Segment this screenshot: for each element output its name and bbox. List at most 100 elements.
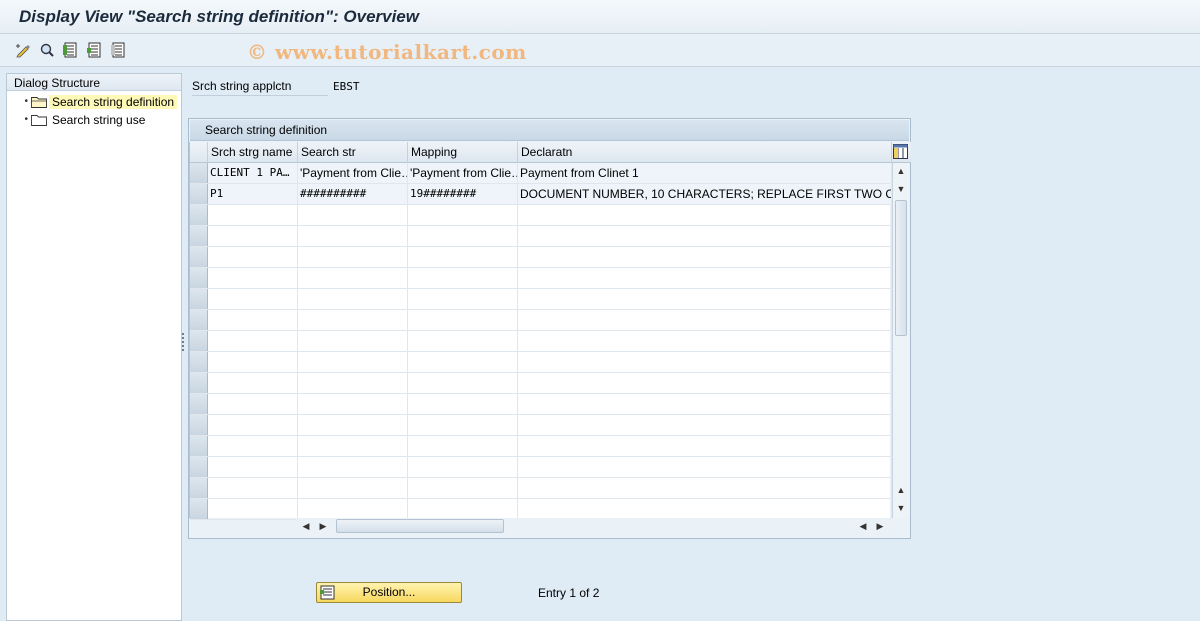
row-selector[interactable] bbox=[190, 163, 208, 183]
table-cell[interactable]: P1 bbox=[208, 184, 298, 204]
row-selector[interactable] bbox=[190, 310, 208, 330]
row-selector[interactable] bbox=[190, 394, 208, 414]
row-selector[interactable] bbox=[190, 331, 208, 351]
vertical-scrollbar[interactable]: ▲ ▼ ▲ ▼ bbox=[892, 163, 909, 518]
scroll-page-down-icon[interactable]: ▼ bbox=[894, 503, 908, 513]
table-cell[interactable]: CLIENT 1 PA… bbox=[208, 163, 298, 183]
table-cell bbox=[408, 289, 518, 309]
table-row[interactable] bbox=[190, 226, 892, 247]
table-cell bbox=[518, 226, 892, 246]
row-selector[interactable] bbox=[190, 226, 208, 246]
table-cell bbox=[298, 352, 408, 372]
table-cell bbox=[408, 268, 518, 288]
table-cell bbox=[408, 331, 518, 351]
table-cell bbox=[518, 352, 892, 372]
table-cell bbox=[298, 394, 408, 414]
row-selector[interactable] bbox=[190, 499, 208, 519]
tree-item-search-string-use[interactable]: • Search string use bbox=[7, 111, 182, 128]
table-row[interactable] bbox=[190, 268, 892, 289]
table-cell bbox=[518, 415, 892, 435]
row-selector[interactable] bbox=[190, 289, 208, 309]
table-row[interactable] bbox=[190, 499, 892, 520]
table-cell bbox=[298, 478, 408, 498]
table-cell[interactable]: 'Payment from Clie… bbox=[298, 163, 408, 183]
table-cell bbox=[518, 310, 892, 330]
table-cell[interactable]: 'Payment from Clie… bbox=[408, 163, 518, 183]
horizontal-scrollbar[interactable]: ◀ ▶ ◀ ▶ bbox=[296, 518, 890, 535]
scroll-left-end-icon[interactable]: ◀ bbox=[856, 521, 870, 531]
table-cell[interactable]: ########## bbox=[298, 184, 408, 204]
table-settings-icon[interactable] bbox=[893, 144, 908, 159]
table-row[interactable] bbox=[190, 394, 892, 415]
table-cell bbox=[518, 373, 892, 393]
column-header-search-str[interactable]: Search str bbox=[298, 142, 408, 163]
table-row[interactable] bbox=[190, 415, 892, 436]
table-cell bbox=[518, 331, 892, 351]
table-row[interactable] bbox=[190, 352, 892, 373]
table-cell bbox=[298, 415, 408, 435]
deselect-icon[interactable] bbox=[110, 41, 128, 59]
scroll-right-end-icon[interactable]: ▶ bbox=[873, 521, 887, 531]
select-all-rows-corner[interactable] bbox=[190, 142, 208, 163]
table-cell bbox=[518, 247, 892, 267]
table-cell bbox=[208, 226, 298, 246]
table-cell[interactable]: Payment from Clinet 1 bbox=[518, 163, 892, 183]
table-row[interactable] bbox=[190, 289, 892, 310]
scroll-down-icon[interactable]: ▼ bbox=[894, 184, 908, 194]
column-header-declaratn[interactable]: Declaratn bbox=[518, 142, 892, 163]
edit-icon[interactable] bbox=[14, 41, 32, 59]
table-cell bbox=[518, 499, 892, 519]
display-icon[interactable] bbox=[38, 41, 56, 59]
table-cell[interactable]: 19######## bbox=[408, 184, 518, 204]
table-row[interactable] bbox=[190, 331, 892, 352]
table-cell bbox=[408, 499, 518, 519]
bullet-icon: • bbox=[24, 114, 28, 125]
column-header-mapping[interactable]: Mapping bbox=[408, 142, 518, 163]
row-selector[interactable] bbox=[190, 352, 208, 372]
scroll-left-icon[interactable]: ◀ bbox=[299, 521, 313, 531]
table-cell bbox=[298, 457, 408, 477]
table-cell bbox=[208, 394, 298, 414]
table-cell bbox=[208, 205, 298, 225]
vertical-scroll-thumb[interactable] bbox=[895, 200, 907, 336]
table-row[interactable]: P1 ########## 19######## DOCUMENT NUMBER, 1… bbox=[190, 184, 892, 205]
table-cell bbox=[298, 331, 408, 351]
table-row[interactable] bbox=[190, 373, 892, 394]
table-grid: Srch strg name Search str Mapping Declar… bbox=[189, 142, 911, 520]
dialog-structure-header: Dialog Structure bbox=[7, 74, 181, 91]
table-cell[interactable]: DOCUMENT NUMBER, 10 CHARACTERS; REPLACE … bbox=[518, 184, 892, 204]
row-selector[interactable] bbox=[190, 205, 208, 225]
table-cell bbox=[208, 247, 298, 267]
tree-item-label: Search string use bbox=[52, 112, 146, 127]
row-selector[interactable] bbox=[190, 415, 208, 435]
select-all-icon[interactable] bbox=[62, 41, 80, 59]
table-cell bbox=[408, 352, 518, 372]
table-row[interactable] bbox=[190, 205, 892, 226]
table-cell bbox=[298, 226, 408, 246]
scroll-up-icon[interactable]: ▲ bbox=[894, 166, 908, 176]
row-selector[interactable] bbox=[190, 436, 208, 456]
row-selector[interactable] bbox=[190, 457, 208, 477]
column-header-srch-strg-name[interactable]: Srch strg name bbox=[208, 142, 298, 163]
row-selector[interactable] bbox=[190, 268, 208, 288]
row-selector[interactable] bbox=[190, 184, 208, 204]
position-button[interactable]: Position... bbox=[316, 582, 462, 603]
row-selector[interactable] bbox=[190, 247, 208, 267]
table-cell bbox=[408, 394, 518, 414]
table-row[interactable] bbox=[190, 247, 892, 268]
row-selector[interactable] bbox=[190, 373, 208, 393]
table-row[interactable] bbox=[190, 457, 892, 478]
table-row[interactable]: CLIENT 1 PA… 'Payment from Clie… 'Payment … bbox=[190, 163, 892, 184]
panel-splitter[interactable] bbox=[182, 333, 184, 353]
select-block-icon[interactable] bbox=[86, 41, 104, 59]
row-selector[interactable] bbox=[190, 478, 208, 498]
table-row[interactable] bbox=[190, 478, 892, 499]
table-row[interactable] bbox=[190, 310, 892, 331]
table-row[interactable] bbox=[190, 436, 892, 457]
dialog-structure-panel: Dialog Structure • Search string definit… bbox=[6, 73, 182, 621]
tree-item-search-string-definition[interactable]: • Search string definition bbox=[7, 93, 182, 110]
table-cell bbox=[208, 268, 298, 288]
horizontal-scroll-thumb[interactable] bbox=[336, 519, 504, 533]
scroll-right-icon[interactable]: ▶ bbox=[316, 521, 330, 531]
scroll-page-up-icon[interactable]: ▲ bbox=[894, 485, 908, 495]
